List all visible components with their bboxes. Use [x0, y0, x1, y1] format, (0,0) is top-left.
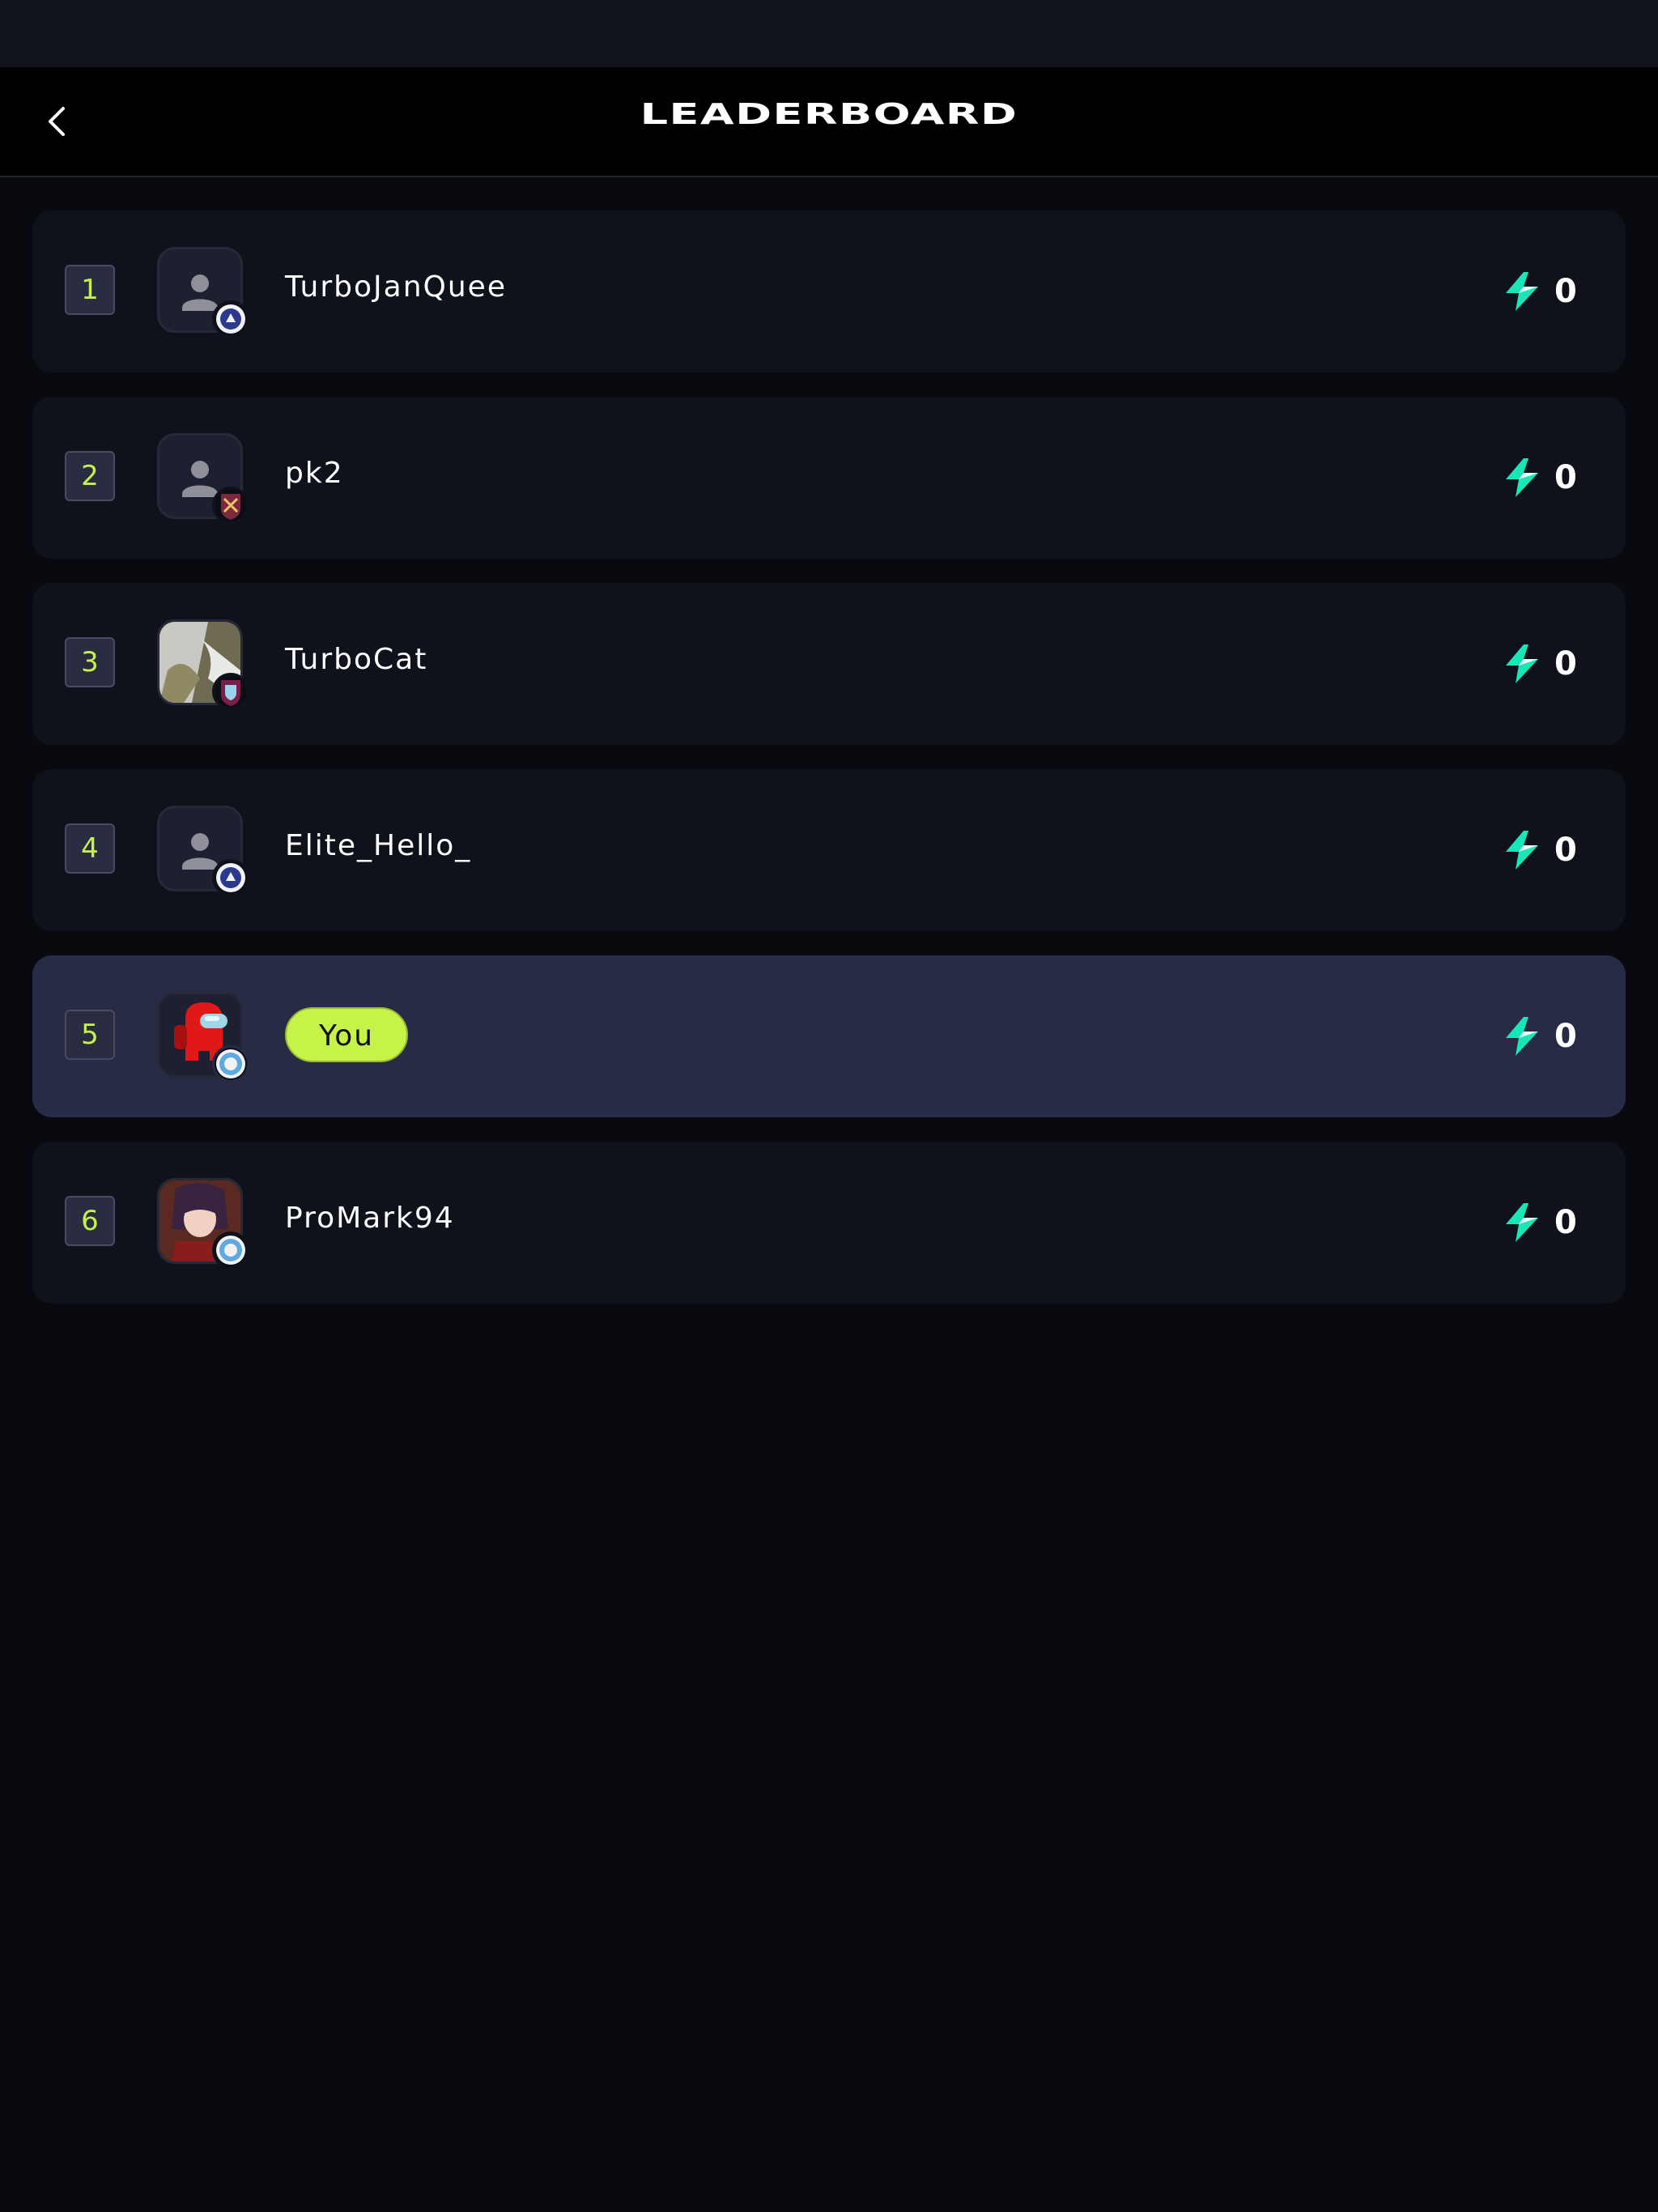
username: Elite_Hello_ — [285, 829, 472, 862]
chelsea-badge-icon — [212, 859, 249, 896]
you-label: You — [285, 1007, 409, 1062]
lightning-bolt-icon — [1506, 644, 1538, 683]
man-city-badge-icon — [212, 1045, 249, 1083]
lightning-bolt-icon — [1506, 831, 1538, 870]
points-value: 0 — [1554, 645, 1577, 683]
rank-badge: 4 — [65, 823, 115, 874]
username: pk2 — [285, 457, 344, 490]
points-value: 0 — [1554, 459, 1577, 496]
man-city-badge-icon — [212, 1231, 249, 1269]
leaderboard-row[interactable]: 1 TurboJanQuee 0 — [32, 211, 1626, 372]
burnley-badge-icon — [212, 673, 249, 710]
leaderboard-row-current-user[interactable]: 5 You 0 — [32, 955, 1626, 1117]
points-value: 0 — [1554, 273, 1577, 310]
status-bar — [0, 0, 1658, 67]
points-value: 0 — [1554, 1204, 1577, 1241]
nav-bar: LEADERBOARD — [0, 67, 1658, 177]
lightning-bolt-icon — [1506, 458, 1538, 497]
rank-badge: 3 — [65, 637, 115, 687]
lightning-bolt-icon — [1506, 1203, 1538, 1242]
chelsea-badge-icon — [212, 300, 249, 338]
leaderboard-row[interactable]: 4 Elite_Hello_ 0 — [32, 769, 1626, 931]
lightning-bolt-icon — [1506, 272, 1538, 311]
username: TurboCat — [285, 643, 428, 676]
points-value: 0 — [1554, 1018, 1577, 1055]
leaderboard-row[interactable]: 3 TurboCat 0 — [32, 583, 1626, 745]
leaderboard-row[interactable]: 2 pk2 0 — [32, 397, 1626, 559]
lightning-bolt-icon — [1506, 1017, 1538, 1056]
leaderboard-row[interactable]: 6 ProMark94 0 — [32, 1142, 1626, 1304]
rank-badge: 6 — [65, 1196, 115, 1246]
points-value: 0 — [1554, 832, 1577, 869]
rank-badge: 5 — [65, 1010, 115, 1060]
west-ham-badge-icon — [212, 487, 249, 524]
rank-badge: 1 — [65, 265, 115, 315]
leaderboard-list: 1 TurboJanQuee 0 2 pk2 0 3 TurboCat 0 4 … — [32, 211, 1626, 1328]
username: TurboJanQuee — [285, 270, 507, 304]
username: ProMark94 — [285, 1202, 455, 1235]
rank-badge: 2 — [65, 451, 115, 501]
page-title: LEADERBOARD — [640, 98, 1018, 131]
